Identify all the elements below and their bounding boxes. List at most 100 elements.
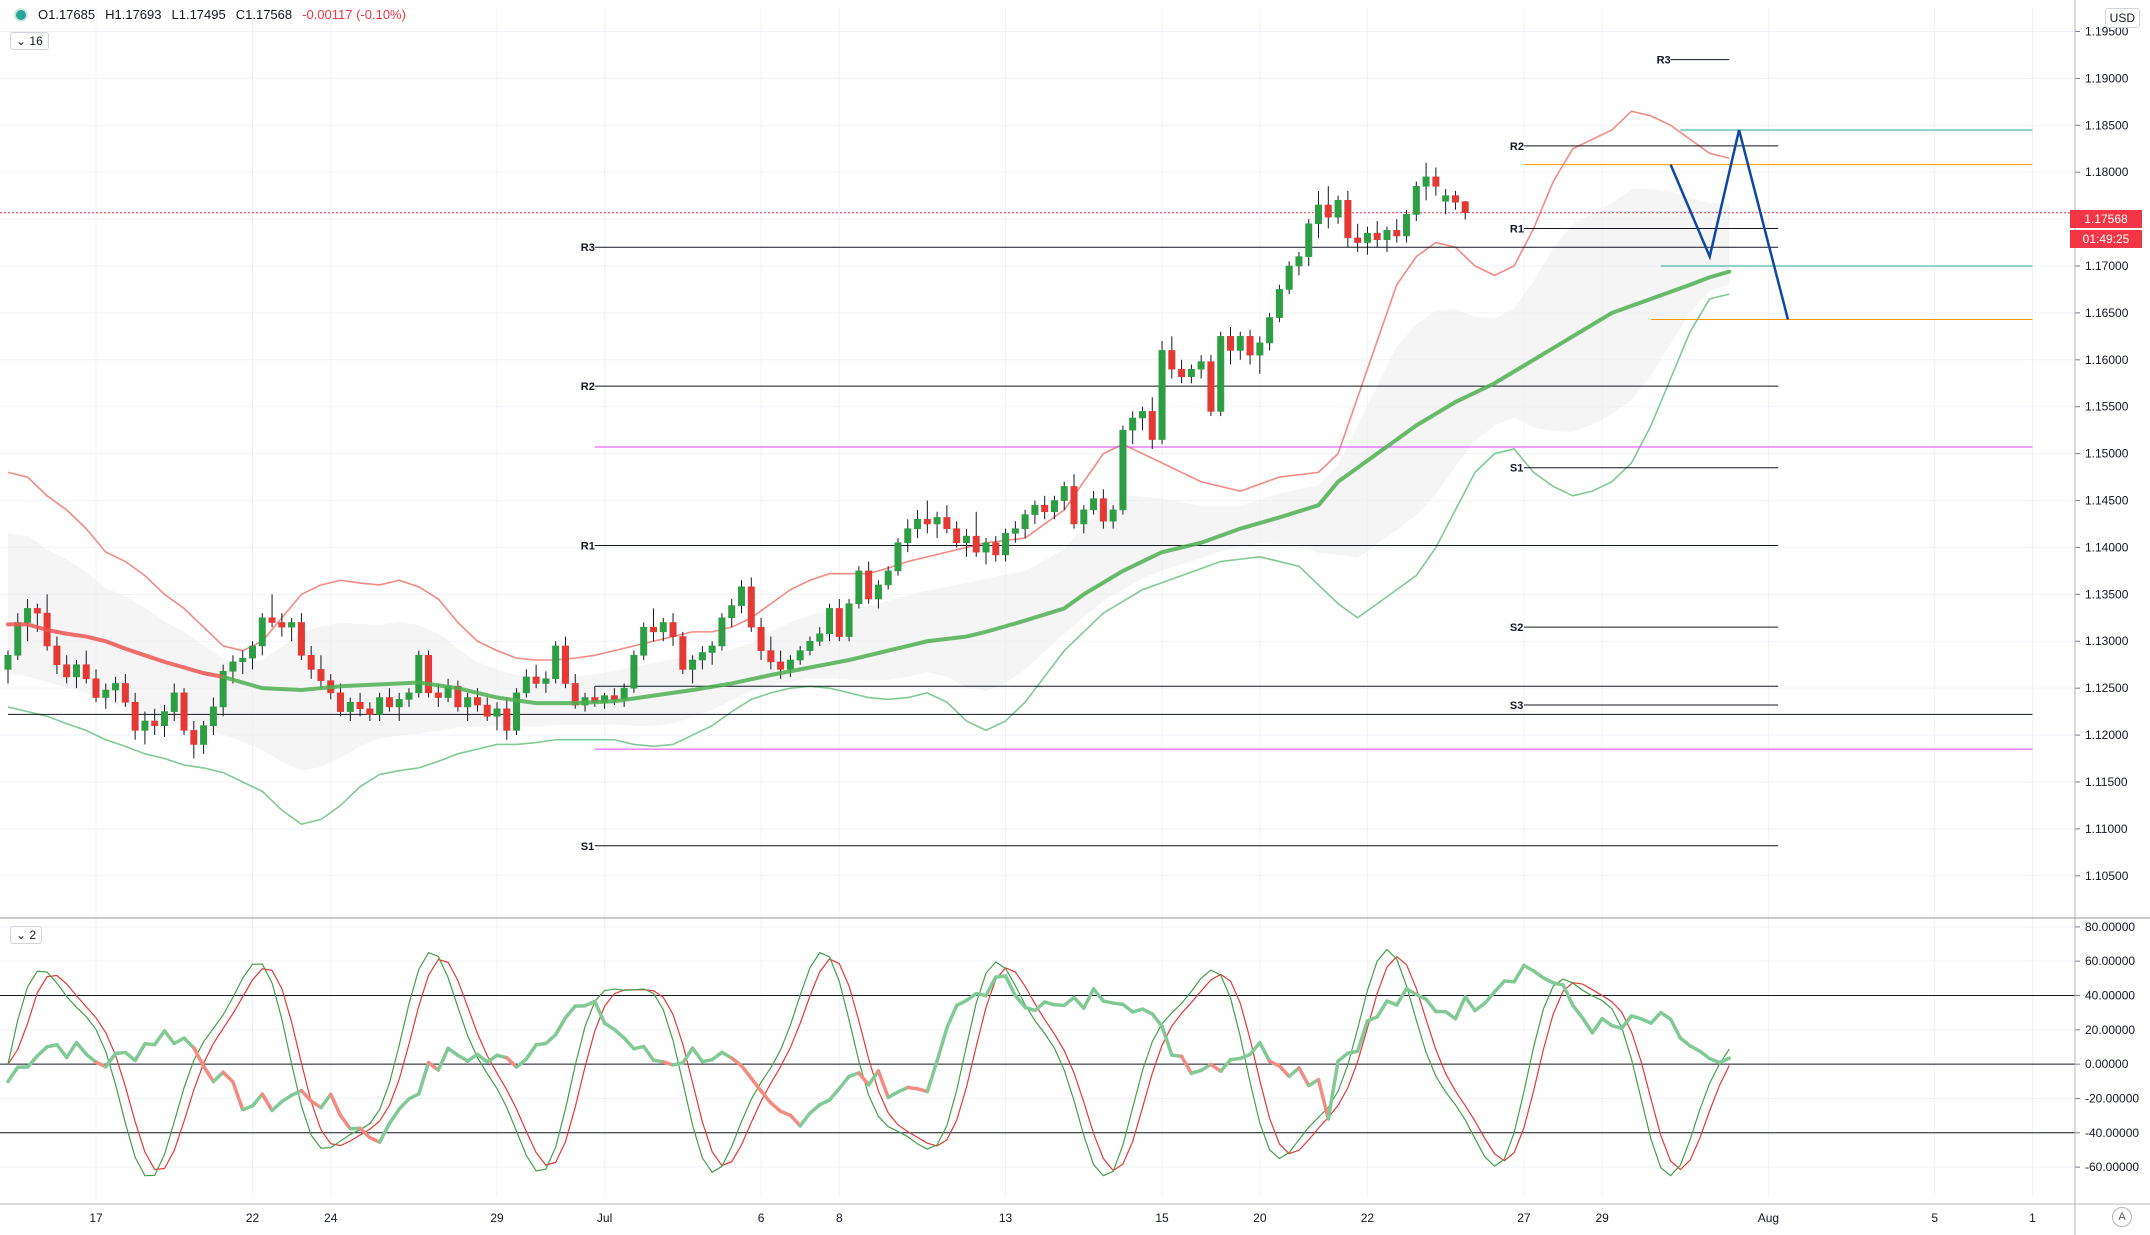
last-price-tag: 1.17568 <box>2070 210 2142 228</box>
candle-body <box>894 542 902 572</box>
time-tick-label: 13 <box>999 1211 1013 1225</box>
ohlc-legend: O1.17685 H1.17693 L1.17495 C1.17568 -0.0… <box>14 7 406 22</box>
pivot-label: R2 <box>581 381 595 393</box>
candle-body <box>434 692 442 698</box>
candle-body <box>923 518 931 525</box>
candle-body <box>1354 237 1362 243</box>
candle-body <box>131 701 139 731</box>
candle-body <box>180 692 188 731</box>
candle-body <box>317 669 325 681</box>
candle-body <box>249 645 257 659</box>
price-tick-label: 1.14000 <box>2085 540 2129 554</box>
pivot-label: S1 <box>1510 463 1523 475</box>
price-tick-label: 1.18500 <box>2085 118 2129 132</box>
candle-body <box>737 586 745 606</box>
pivot-label: R1 <box>1510 223 1524 235</box>
candle-body <box>72 664 80 678</box>
candle-body <box>933 517 941 525</box>
candle-body <box>4 655 12 670</box>
ohlc-low: L1.17495 <box>171 7 226 22</box>
currency-button[interactable]: USD <box>2104 8 2140 28</box>
candle-body <box>1422 176 1430 187</box>
candle-body <box>1285 265 1293 290</box>
candle-body <box>415 655 423 694</box>
candle-body <box>170 692 178 712</box>
candle-body <box>679 636 687 670</box>
price-tick-label: 1.12000 <box>2085 728 2129 742</box>
oscillator-pane-indicator-count: 2 <box>29 928 37 942</box>
candle-body <box>1119 429 1127 511</box>
ohlc-change: -0.00117 (-0.10%) <box>302 7 406 22</box>
pivot-label: S2 <box>1510 622 1523 634</box>
time-tick-label: 29 <box>490 1211 504 1225</box>
candle-body <box>209 706 217 726</box>
candle-body <box>796 650 804 661</box>
candle-body <box>630 655 638 689</box>
time-tick-label: 24 <box>324 1211 338 1225</box>
auto-scale-button[interactable]: A <box>2112 1207 2132 1227</box>
candle-body <box>92 678 100 698</box>
candle-body <box>366 708 374 715</box>
candle-body <box>982 542 990 553</box>
candle-body <box>53 645 61 666</box>
candle-body <box>229 661 237 672</box>
candle-body <box>1168 350 1176 370</box>
candle-body <box>786 659 794 670</box>
time-tick-label: 5 <box>1931 1211 1938 1225</box>
candle-body <box>82 664 90 680</box>
candle-body <box>708 645 716 653</box>
symbol-status-icon <box>14 7 28 22</box>
ohlc-close: C1.17568 <box>235 7 293 22</box>
candle-body <box>767 650 775 663</box>
time-tick-label: 17 <box>89 1211 103 1225</box>
candle-body <box>385 697 393 708</box>
candle-body <box>904 528 912 544</box>
candle-body <box>1403 214 1411 237</box>
candle-body <box>728 605 736 619</box>
main-pane-collapse-button[interactable]: ⌄ 16 <box>10 32 49 50</box>
candle-body <box>1217 336 1225 412</box>
pivot-label: R2 <box>1510 141 1524 153</box>
candle-body <box>14 622 22 656</box>
osc-tick-label: 20.00000 <box>2085 1023 2135 1037</box>
candle-body <box>777 661 785 670</box>
candle-body <box>1158 350 1166 440</box>
candle-body <box>1099 498 1107 522</box>
candle-body <box>962 535 970 544</box>
candle-body <box>1432 176 1440 187</box>
price-tick-label: 1.19000 <box>2085 71 2129 85</box>
candle-body <box>63 664 71 678</box>
pivot-label: S1 <box>581 841 594 853</box>
candle-body <box>1148 411 1156 440</box>
candle-body <box>1305 223 1313 257</box>
candle-body <box>268 617 276 623</box>
candle-body <box>151 720 159 726</box>
candle-body <box>473 697 481 706</box>
candle-body <box>826 608 834 635</box>
candle-body <box>835 608 843 637</box>
candle-body <box>884 570 892 586</box>
oscillator-pane-collapse-button[interactable]: ⌄ 2 <box>10 926 43 944</box>
candle-body <box>1050 500 1058 513</box>
candle-body <box>1236 336 1244 351</box>
osc-tick-label: 80.00000 <box>2085 920 2135 934</box>
candle-body <box>200 725 208 745</box>
candle-body <box>757 626 765 651</box>
candle-body <box>610 695 618 700</box>
candle-body <box>1187 368 1195 377</box>
chart-canvas[interactable]: R3R2R1S1R3R2R1S1S2S3 1.195001.190001.185… <box>0 0 2150 1235</box>
time-tick-label: 22 <box>1361 1211 1375 1225</box>
time-tick-label: 6 <box>758 1211 765 1225</box>
price-tick-label: 1.10500 <box>2085 869 2129 883</box>
candle-body <box>493 708 501 717</box>
candle-body <box>1041 504 1049 513</box>
time-tick-label: 8 <box>836 1211 843 1225</box>
time-tick-label: 27 <box>1517 1211 1531 1225</box>
candle-body <box>1383 230 1391 241</box>
candle-body <box>669 622 677 637</box>
time-tick-label: 15 <box>1155 1211 1169 1225</box>
time-tick-label: Aug <box>1758 1211 1779 1225</box>
candle-body <box>121 683 129 703</box>
price-tick-label: 1.13000 <box>2085 634 2129 648</box>
candle-body <box>1129 417 1137 431</box>
